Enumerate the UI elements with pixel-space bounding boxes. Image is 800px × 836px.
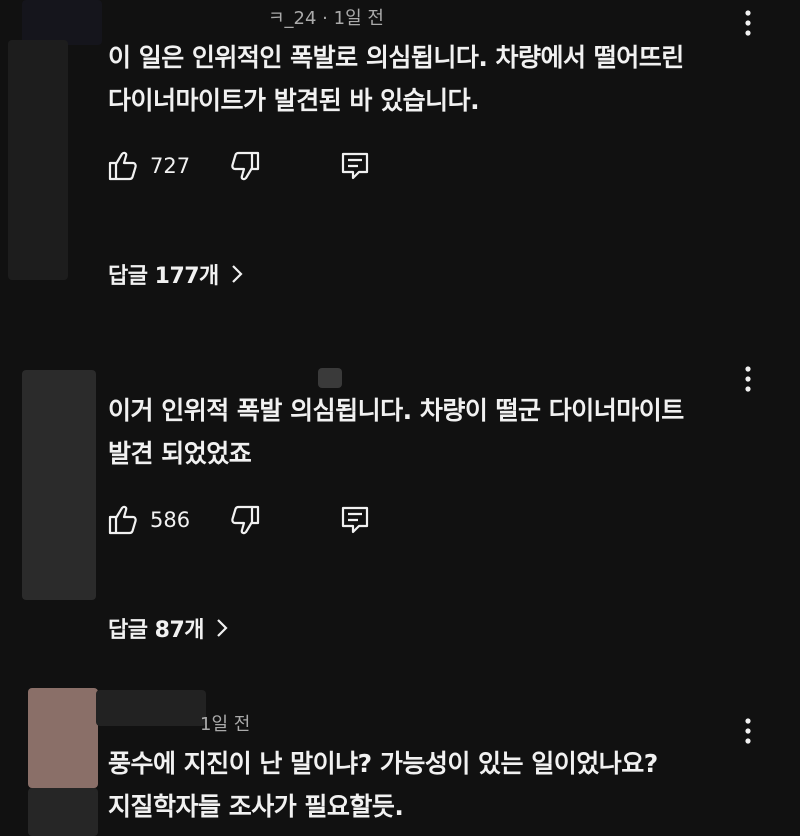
view-replies-button[interactable]: 답글 87개 xyxy=(108,612,230,644)
like-count: 586 xyxy=(150,508,191,532)
avatar-redacted xyxy=(8,40,68,280)
more-vert-icon[interactable] xyxy=(738,364,758,394)
avatar-redacted xyxy=(96,690,206,726)
comment-meta: 1일 전 xyxy=(200,714,251,735)
thumbs-down-icon[interactable] xyxy=(228,149,262,183)
view-replies-button[interactable]: 답글 177개 xyxy=(108,258,245,290)
thumbs-up-icon[interactable] xyxy=(106,149,140,183)
avatar-redacted xyxy=(22,370,96,600)
reply-comment-icon[interactable] xyxy=(338,503,372,537)
comment-text: 이 일은 인위적인 폭발로 의심됩니다. 차량에서 떨어뜨린 다이너마이트가 발… xyxy=(108,43,684,115)
comment-meta: ㅋ_24 · 1일 전 xyxy=(268,8,384,29)
avatar-redacted xyxy=(28,788,98,836)
thumbs-up-icon[interactable] xyxy=(106,503,140,537)
chevron-right-icon xyxy=(217,619,228,637)
comment-text: 이거 인위적 폭발 의심됩니다. 차량이 떨군 다이너마이트 발견 되었었죠 xyxy=(108,396,684,468)
reply-comment-icon[interactable] xyxy=(338,149,372,183)
more-vert-icon[interactable] xyxy=(738,8,758,38)
avatar-redacted xyxy=(22,0,102,45)
avatar-redacted xyxy=(318,368,342,388)
comment-actions: 586 xyxy=(106,500,372,540)
replies-label: 답글 177개 xyxy=(108,264,219,289)
comment-actions: 727 xyxy=(106,146,372,186)
like-count: 727 xyxy=(150,154,191,178)
comment-text: 풍수에 지진이 난 말이냐? 가능성이 있는 일이었나요? 지질학자들 조사가 … xyxy=(108,749,658,821)
replies-label: 답글 87개 xyxy=(108,618,205,643)
thumbs-down-icon[interactable] xyxy=(228,503,262,537)
chevron-right-icon xyxy=(232,265,243,283)
avatar-redacted xyxy=(28,688,98,788)
